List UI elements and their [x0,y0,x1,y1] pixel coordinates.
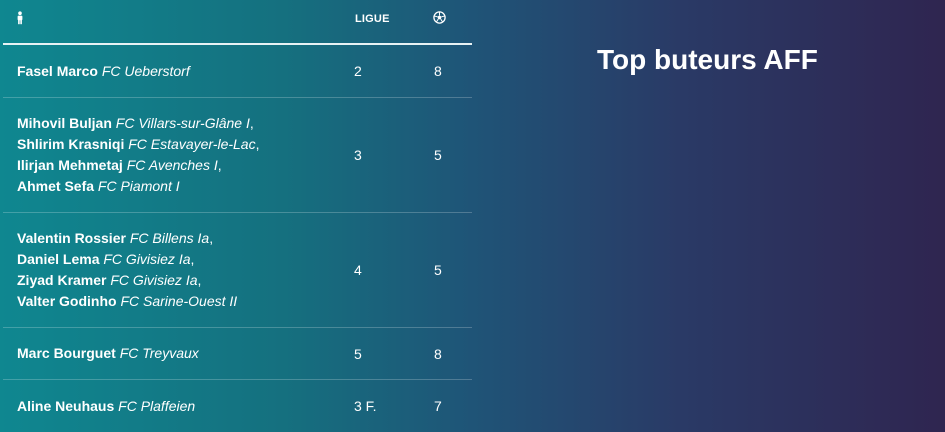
league-cell: 2 [354,63,362,79]
table-header: LIGUE [3,0,472,45]
player-name: Ziyad Kramer [17,272,107,288]
player-entry: Marc Bourguet FC Treyvaux [17,343,339,364]
player-name: Shlirim Krasniqi [17,136,125,152]
player-name: Ilirjan Mehmetaj [17,157,123,173]
players-cell: Valentin Rossier FC Billens Ia, Daniel Le… [3,228,339,312]
separator: , [255,136,260,152]
player-name: Mihovil Buljan [17,115,112,131]
player-club: FC Avenches I [126,157,218,173]
player-entry: Daniel Lema FC Givisiez Ia, [17,249,339,270]
league-cell: 3 [354,147,362,163]
players-cell: Aline Neuhaus FC Plaffeien [3,396,339,417]
player-entry: Mihovil Buljan FC Villars-sur-Glâne I, [17,113,339,134]
players-cell: Fasel Marco FC Ueberstorf [3,61,339,82]
player-name: Fasel Marco [17,62,98,79]
table-row: Mihovil Buljan FC Villars-sur-Glâne I, Sh… [3,98,472,213]
player-entry: Valter Godinho FC Sarine-Ouest II [17,291,339,312]
page-title: Top buteurs AFF [597,44,818,75]
player-club: FC Givisiez Ia [110,272,198,288]
league-cell: 5 [354,345,362,362]
player-entry: Ahmet Sefa FC Piamont I [17,176,339,197]
player-club: FC Plaffeien [118,397,196,414]
goals-cell: 8 [434,63,442,79]
player-club: FC Piamont I [97,178,180,194]
separator: , [190,251,195,267]
separator: , [217,157,222,173]
player-name: Marc Bourguet [17,345,116,361]
player-club: FC Treyvaux [119,345,199,361]
player-entry: Shlirim Krasniqi FC Estavayer-le-Lac, [17,134,339,155]
player-club: FC Billens Ia [129,230,210,246]
player-club: FC Estavayer-le-Lac [128,136,256,152]
player-name: Ahmet Sefa [17,178,95,194]
goals-cell: 8 [434,345,442,362]
goals-cell: 7 [434,398,442,414]
player-entry: Fasel Marco FC Ueberstorf [17,61,339,82]
league-column-header: LIGUE [355,13,390,25]
goals-cell: 5 [434,147,442,163]
player-entry: Ziyad Kramer FC Givisiez Ia, [17,270,339,291]
player-name: Valter Godinho [17,293,117,309]
league-cell: 4 [354,262,362,278]
player-entry: Ilirjan Mehmetaj FC Avenches I, [17,155,339,176]
player-club: FC Givisiez Ia [103,251,191,267]
separator: , [197,272,202,288]
player-entry: Valentin Rossier FC Billens Ia, [17,228,339,249]
table-row: Valentin Rossier FC Billens Ia, Daniel Le… [3,213,472,328]
player-name: Daniel Lema [17,251,100,267]
separator: , [209,230,214,246]
separator: , [249,115,254,131]
table-body: Fasel Marco FC Ueberstorf 2 8 Mihovil Bulja… [3,45,472,432]
table-row: Aline Neuhaus FC Plaffeien 3 F. 7 [3,380,472,432]
player-entry: Aline Neuhaus FC Plaffeien [17,396,339,417]
player-name: Valentin Rossier [17,230,126,246]
soccer-ball-icon [433,11,446,24]
player-club: FC Sarine-Ouest II [120,293,238,309]
goals-cell: 5 [434,262,442,278]
player-club: FC Ueberstorf [101,62,190,79]
player-club: FC Villars-sur-Glâne I [115,115,250,131]
table-row: Marc Bourguet FC Treyvaux 5 8 [3,328,472,380]
player-name: Aline Neuhaus [17,397,115,414]
scorers-table: LIGUE Fasel Marco FC Ueberstorf 2 8 Mihovil… [3,0,472,432]
players-cell: Marc Bourguet FC Treyvaux [3,343,339,364]
person-icon [15,11,25,25]
players-cell: Mihovil Buljan FC Villars-sur-Glâne I, Sh… [3,113,339,197]
league-cell: 3 F. [354,398,377,414]
table-row: Fasel Marco FC Ueberstorf 2 8 [3,45,472,98]
